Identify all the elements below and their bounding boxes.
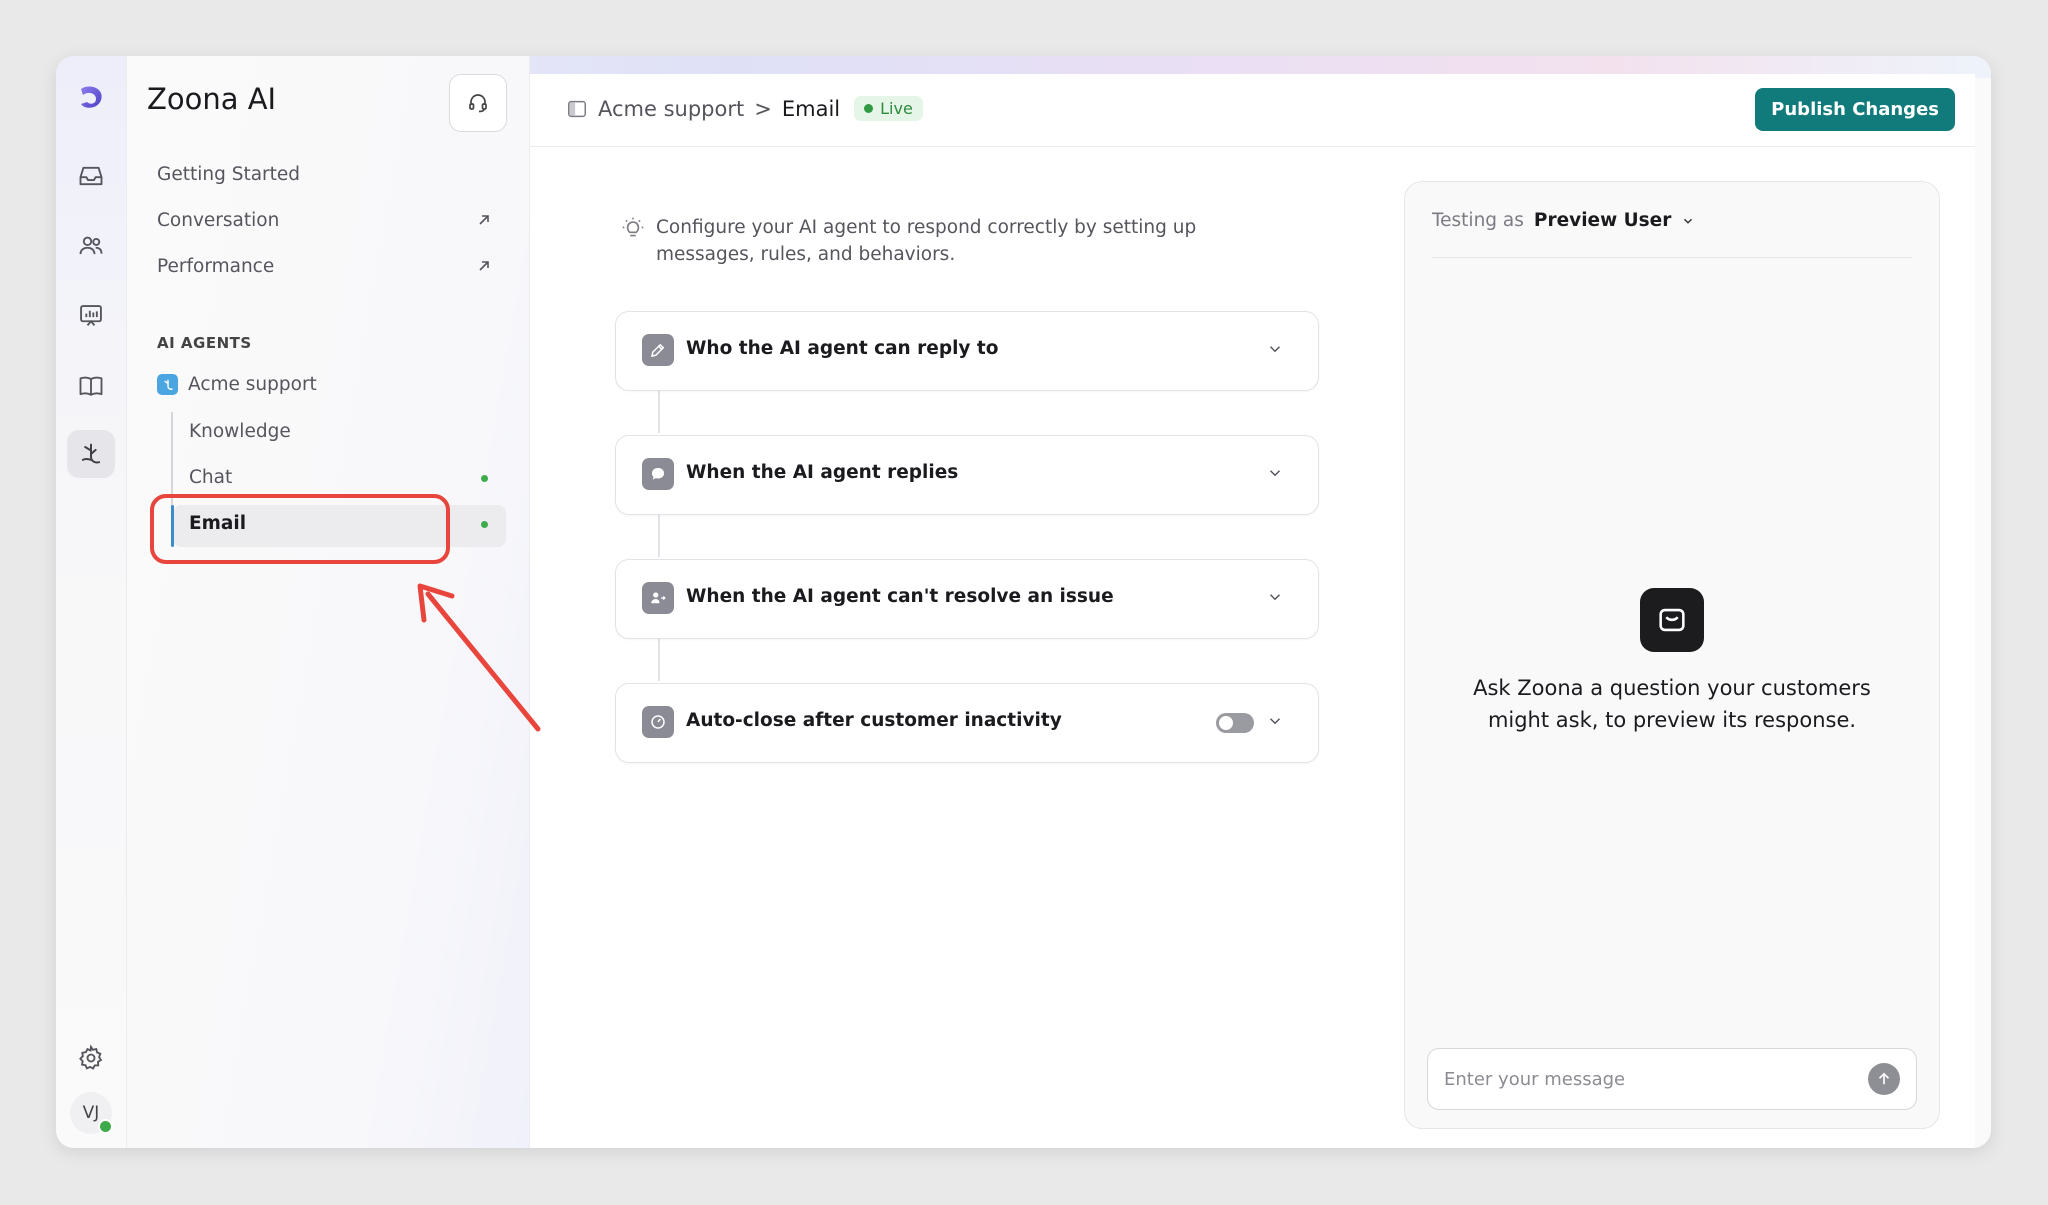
annotation-arrow: [417, 583, 541, 732]
